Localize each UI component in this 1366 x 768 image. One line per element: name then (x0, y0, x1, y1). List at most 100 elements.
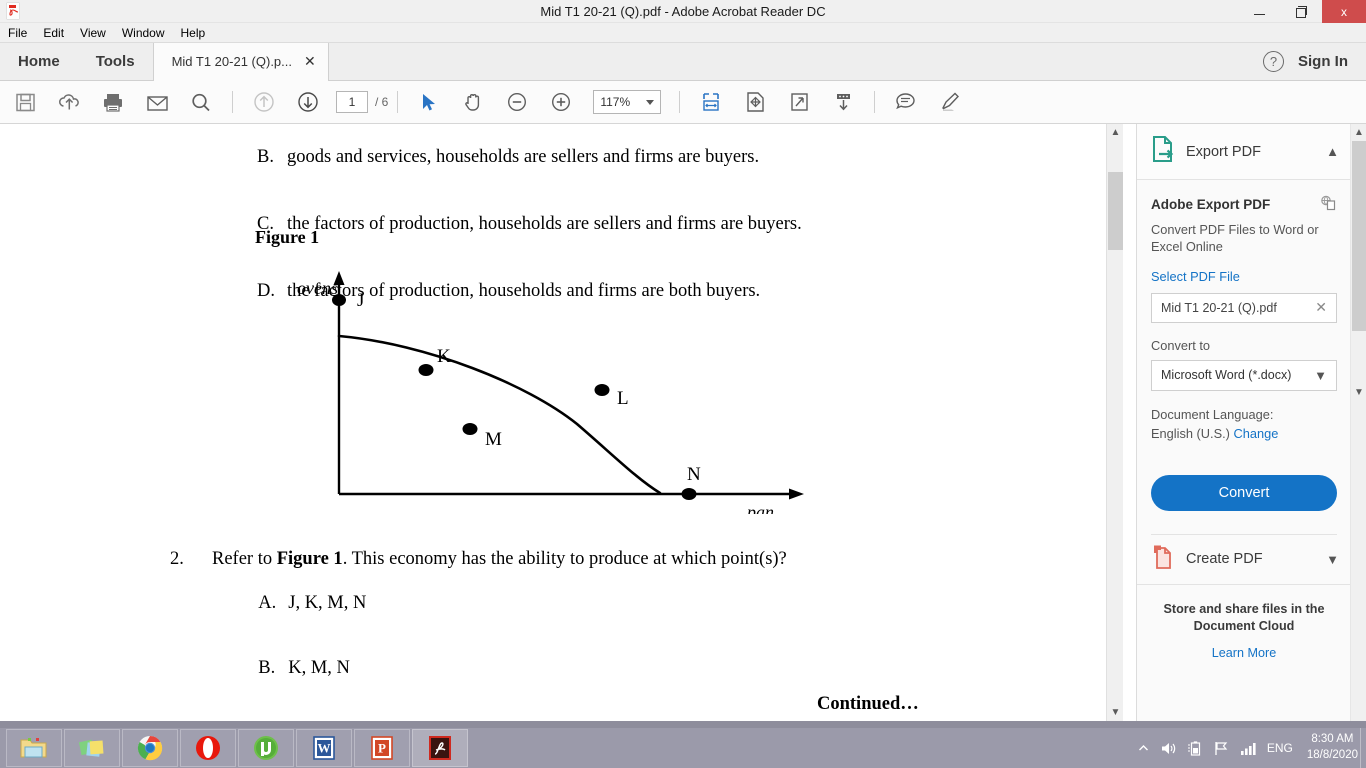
chart-x-axis-label: pan (745, 502, 774, 514)
acrobat-icon (5, 2, 25, 20)
option-text: J, K, M, N (288, 593, 367, 613)
battery-icon[interactable] (1187, 740, 1203, 756)
toolbar: 1 / 6 117% (0, 81, 1366, 124)
select-tool-icon[interactable] (412, 86, 446, 118)
clear-file-icon[interactable]: ✕ (1315, 299, 1327, 316)
document-view[interactable]: B. goods and services, households are sel… (0, 124, 1136, 721)
toolbar-divider-4 (874, 91, 876, 113)
change-language-link[interactable]: Change (1234, 426, 1279, 441)
export-pdf-section-header[interactable]: Export PDF ▲ (1137, 124, 1351, 180)
upload-cloud-icon[interactable] (52, 86, 86, 118)
utorrent-icon[interactable] (238, 729, 294, 767)
search-icon[interactable] (184, 86, 218, 118)
toolbar-divider (232, 91, 233, 113)
network-icon[interactable] (1213, 741, 1230, 756)
q2-option-b: B. K, M, N (212, 637, 787, 700)
file-explorer-icon[interactable] (6, 729, 62, 767)
menu-edit[interactable]: Edit (35, 23, 72, 43)
menu-view[interactable]: View (72, 23, 114, 43)
chart-label-k: K (437, 346, 451, 367)
system-tray: ENG 8:30 AM 18/8/2020 (1137, 728, 1366, 768)
menu-window[interactable]: Window (114, 23, 173, 43)
convert-button[interactable]: Convert (1151, 474, 1337, 511)
copy-files-icon[interactable] (1320, 194, 1337, 214)
microsoft-word-icon[interactable]: W (296, 729, 352, 767)
help-icon[interactable]: ? (1263, 51, 1284, 72)
export-pdf-title: Export PDF (1186, 143, 1261, 160)
tab-home[interactable]: Home (0, 43, 78, 80)
print-icon[interactable] (96, 86, 130, 118)
maximize-button[interactable] (1280, 0, 1322, 23)
option-text: goods and services, households are selle… (287, 147, 760, 167)
page-number-input[interactable]: 1 (336, 91, 368, 113)
document-language-label: Document Language: (1151, 406, 1274, 422)
adobe-export-pdf-heading: Adobe Export PDF (1151, 194, 1337, 214)
learn-more-link[interactable]: Learn More (1155, 646, 1333, 660)
svg-text:P: P (378, 741, 386, 756)
opera-icon[interactable] (180, 729, 236, 767)
menu-help[interactable]: Help (173, 23, 214, 43)
sticky-notes-icon[interactable] (64, 729, 120, 767)
pdf-page: B. goods and services, households are sel… (12, 124, 1112, 721)
show-hidden-icons-icon[interactable] (1137, 742, 1150, 755)
language-indicator[interactable]: ENG (1267, 741, 1293, 755)
close-button[interactable]: x (1322, 0, 1366, 23)
toolbar-divider-2 (397, 91, 399, 113)
zoom-out-icon[interactable] (500, 86, 534, 118)
hand-tool-icon[interactable] (456, 86, 490, 118)
chart-point-k (418, 364, 434, 376)
comment-icon[interactable] (889, 86, 923, 118)
panel-scroll-up-button[interactable]: ▲ (1351, 124, 1366, 141)
panel-scrollbar-thumb[interactable] (1352, 141, 1366, 331)
sign-in-button[interactable]: Sign In (1298, 53, 1348, 70)
select-pdf-file-link[interactable]: Select PDF File (1151, 269, 1337, 284)
email-icon[interactable] (140, 86, 174, 118)
chevron-down-icon: ▼ (1314, 367, 1327, 383)
adobe-acrobat-icon[interactable] (412, 729, 468, 767)
save-icon[interactable] (8, 86, 42, 118)
fit-page-icon[interactable] (694, 86, 728, 118)
convert-to-select[interactable]: Microsoft Word (*.docx) ▼ (1151, 359, 1337, 391)
q2-option-a: A. J, K, M, N (212, 572, 787, 635)
taskbar: W P ENG 8:30 AM 18/8/2020 (0, 728, 1366, 768)
chevron-up-icon[interactable]: ▲ (1326, 144, 1339, 159)
next-page-icon[interactable] (291, 86, 325, 118)
chart-point-n (681, 488, 697, 500)
option-text: the factors of production, households ar… (287, 214, 802, 234)
document-scrollbar[interactable]: ▲ ▼ (1106, 124, 1123, 721)
selected-file-field[interactable]: Mid T1 20-21 (Q).pdf ✕ (1151, 292, 1337, 323)
volume-icon[interactable] (1160, 741, 1177, 756)
create-pdf-section-header[interactable]: Create PDF ▼ (1137, 535, 1351, 585)
question-2-stem: 2. Refer to Figure 1. This economy has th… (170, 549, 787, 570)
selected-file-name: Mid T1 20-21 (Q).pdf (1161, 300, 1277, 315)
chart-label-l: L (617, 388, 629, 409)
document-cloud-text: Store and share files in the Document Cl… (1163, 601, 1325, 633)
signal-icon[interactable] (1240, 741, 1257, 756)
previous-page-icon[interactable] (247, 86, 281, 118)
zoom-level-select[interactable]: 117% (593, 90, 662, 114)
q2-option-c: C.K, N (212, 702, 787, 721)
adobe-export-pdf-heading-text: Adobe Export PDF (1151, 196, 1271, 212)
zoom-in-icon[interactable] (544, 86, 578, 118)
close-icon[interactable]: ✕ (304, 53, 316, 70)
menu-file[interactable]: File (0, 23, 35, 43)
page-total-label: / 6 (375, 95, 389, 109)
panel-scroll-down-button[interactable]: ▼ (1351, 384, 1366, 401)
scroll-mode-icon[interactable] (826, 86, 860, 118)
convert-to-value: Microsoft Word (*.docx) (1161, 368, 1292, 383)
highlight-icon[interactable] (933, 86, 967, 118)
scroll-down-button[interactable]: ▼ (1107, 704, 1124, 721)
tab-tools[interactable]: Tools (78, 43, 153, 80)
scroll-up-button[interactable]: ▲ (1107, 124, 1124, 141)
fullscreen-icon[interactable] (782, 86, 816, 118)
show-desktop-button[interactable] (1360, 728, 1366, 768)
microsoft-powerpoint-icon[interactable]: P (354, 729, 410, 767)
scrollbar-thumb[interactable] (1108, 172, 1123, 250)
right-panel-scrollbar[interactable]: ▲ ▼ (1350, 124, 1366, 721)
pan-and-zoom-icon[interactable] (738, 86, 772, 118)
minimize-button[interactable] (1238, 0, 1280, 23)
google-chrome-icon[interactable] (122, 729, 178, 767)
tab-document[interactable]: Mid T1 20-21 (Q).p... ✕ (152, 43, 329, 81)
chevron-down-icon[interactable]: ▼ (1326, 552, 1339, 567)
clock[interactable]: 8:30 AM 18/8/2020 (1303, 732, 1358, 763)
